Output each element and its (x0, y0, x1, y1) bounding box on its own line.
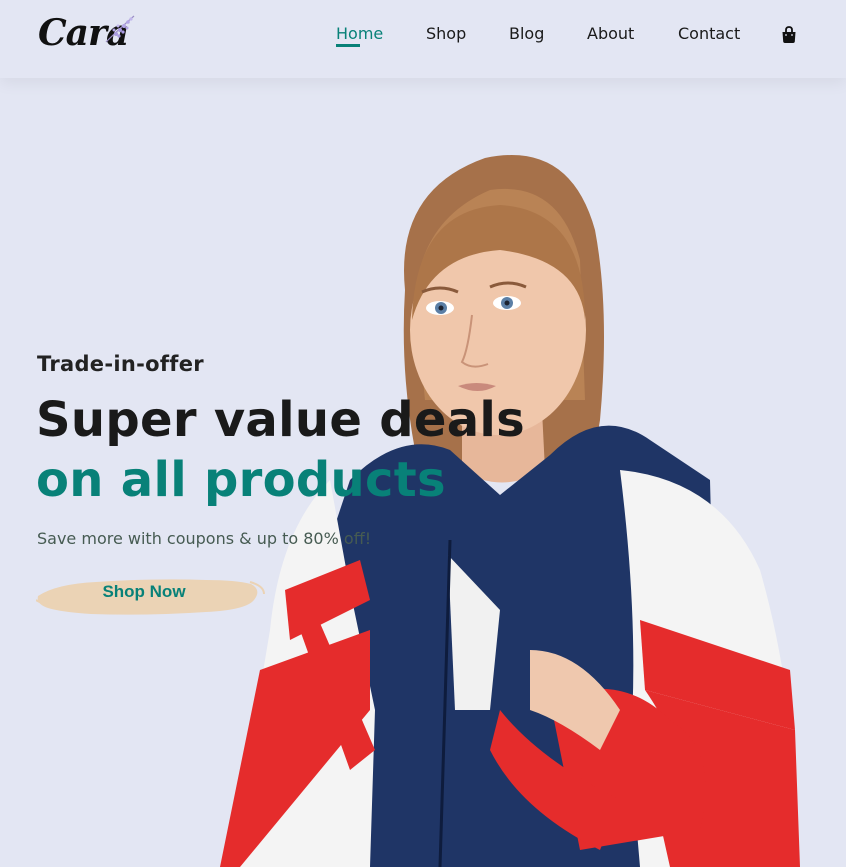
hero-headline-accent: on all products (36, 452, 446, 508)
hero-model-image (220, 155, 800, 867)
hero-headline: Super value deals (36, 392, 526, 448)
nav-item-about[interactable]: About (587, 24, 634, 43)
hero-tagline: Trade-in-offer (37, 352, 204, 376)
active-nav-indicator (336, 44, 360, 47)
nav-item-home[interactable]: Home (336, 24, 383, 43)
nav-item-blog[interactable]: Blog (509, 24, 544, 43)
hero-subtext: Save more with coupons & up to 80% off! (37, 529, 372, 548)
shop-now-label: Shop Now (102, 582, 186, 601)
shop-now-button[interactable]: Shop Now (36, 570, 266, 618)
nav-item-contact[interactable]: Contact (678, 24, 740, 43)
shopping-bag-icon[interactable] (781, 26, 797, 44)
main-nav: Home Shop Blog About Contact (0, 24, 846, 48)
site-header: Cara Home Shop Blog About Contact (0, 0, 846, 78)
nav-item-shop[interactable]: Shop (426, 24, 466, 43)
